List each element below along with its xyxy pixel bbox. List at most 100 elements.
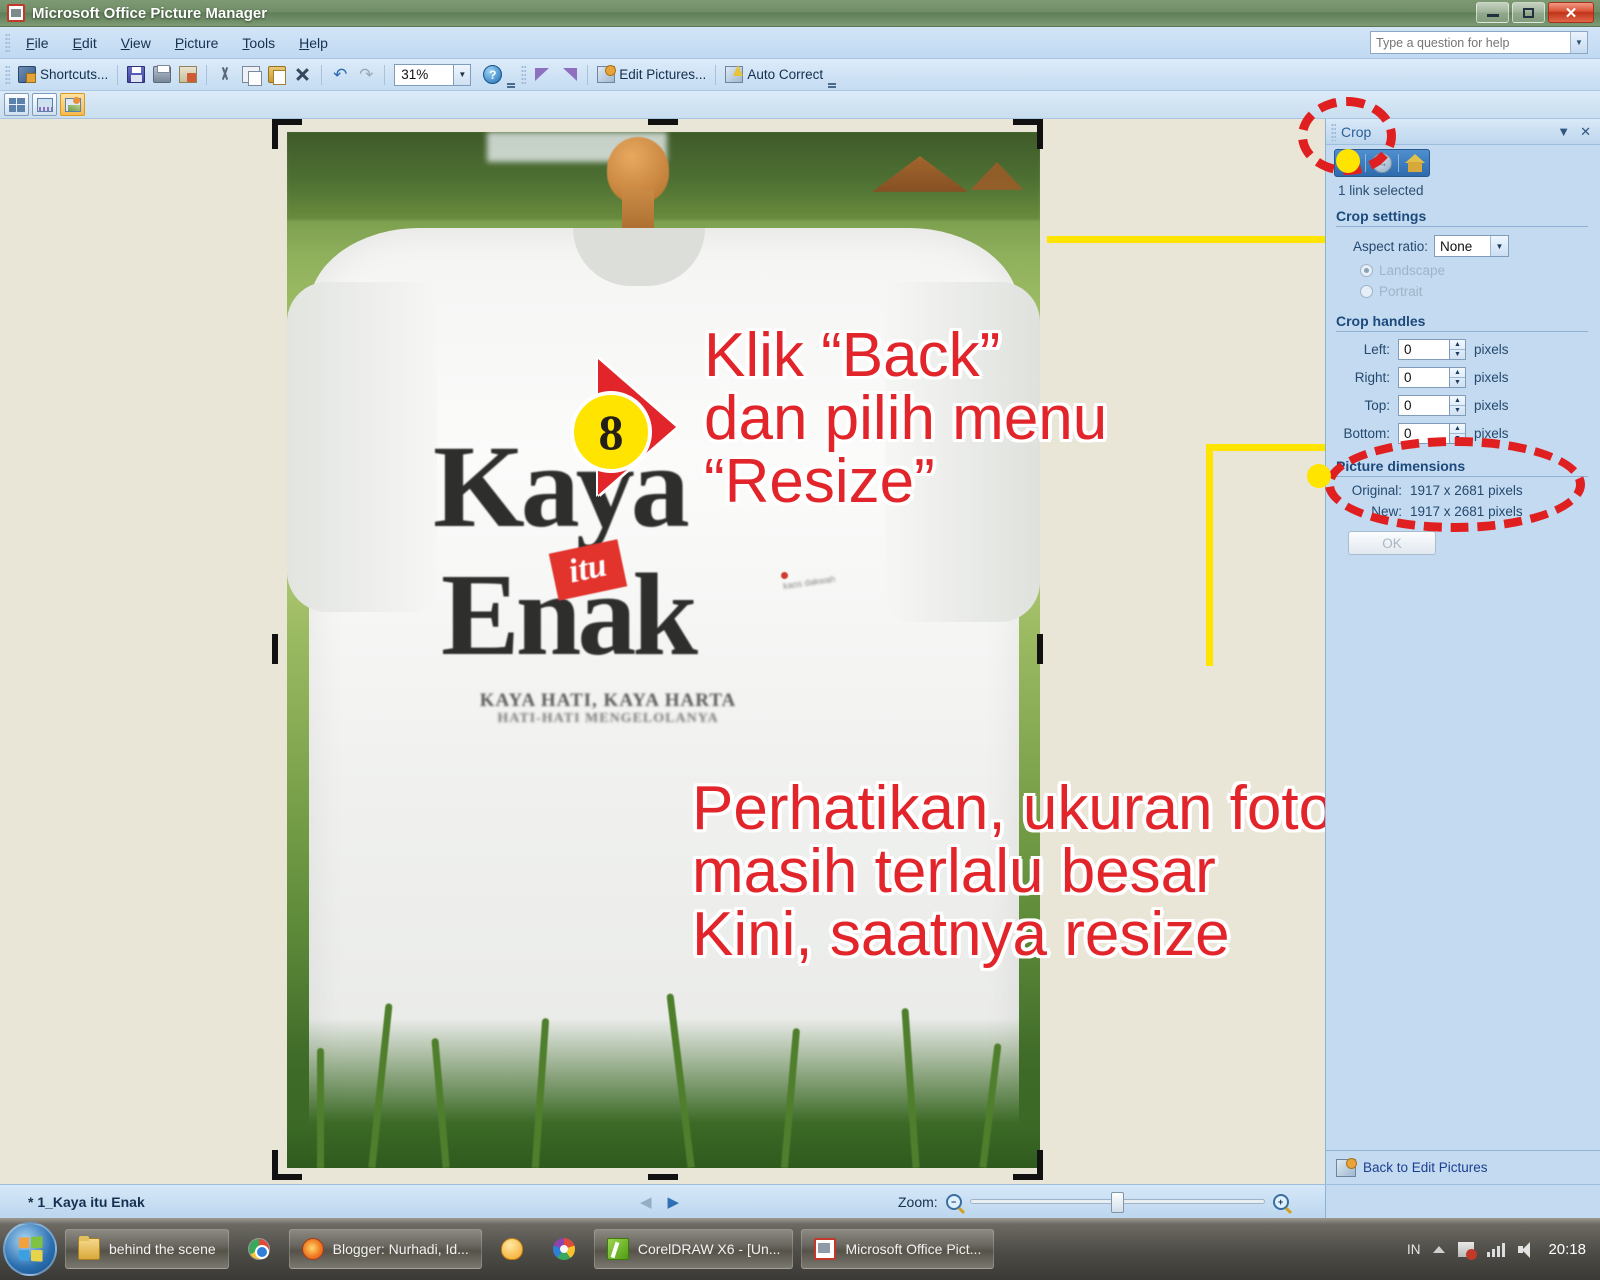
- chrome-icon: [247, 1238, 270, 1260]
- crop-left-stepper[interactable]: ▲ ▼: [1450, 339, 1466, 360]
- print-button[interactable]: [149, 62, 175, 88]
- task-pane-grip[interactable]: [1331, 122, 1336, 141]
- save-button[interactable]: [123, 62, 149, 88]
- taskbar-button-explorer[interactable]: behind the scene: [65, 1229, 229, 1269]
- crop-right-input[interactable]: 0: [1398, 367, 1450, 388]
- previous-arrow-icon[interactable]: ◀: [640, 1193, 652, 1211]
- network-icon[interactable]: [1458, 1241, 1478, 1260]
- crop-handle-middle-left[interactable]: [272, 634, 278, 664]
- print-preview-icon: [179, 66, 198, 83]
- taskbar-button-firefox[interactable]: Blogger: Nurhadi, Id...: [288, 1229, 482, 1269]
- ok-button[interactable]: OK: [1348, 531, 1436, 555]
- crop-top-input[interactable]: 0: [1398, 395, 1450, 416]
- zoom-in-icon[interactable]: +: [1272, 1193, 1289, 1210]
- crop-handle-top-right[interactable]: [1013, 119, 1043, 149]
- crop-top-stepper[interactable]: ▲ ▼: [1450, 395, 1466, 416]
- taskbar-button-coreldraw[interactable]: CorelDRAW X6 - [Un...: [593, 1229, 794, 1269]
- photo-canvas[interactable]: Kaya Enak itu kaos dakwah KAYA HATI, KAY…: [287, 132, 1040, 1168]
- single-picture-view-button[interactable]: [60, 93, 85, 116]
- thumbnail-view-button[interactable]: [4, 93, 29, 116]
- taskbar-button-picture-manager[interactable]: Microsoft Office Pict...: [801, 1229, 995, 1269]
- chevron-down-icon[interactable]: ▼: [1570, 32, 1587, 53]
- edit-pictures-button[interactable]: Edit Pictures...: [593, 62, 710, 88]
- crop-handle-right-row: Right: 0 ▲ ▼ pixels: [1326, 367, 1590, 388]
- crop-handle-top-left[interactable]: [272, 119, 302, 149]
- picture-workspace[interactable]: Kaya Enak itu kaos dakwah KAYA HATI, KAY…: [0, 119, 1325, 1184]
- toolbar-overflow-button-2[interactable]: [827, 62, 837, 88]
- orientation-portrait-row[interactable]: Portrait: [1360, 284, 1600, 299]
- auto-correct-label: Auto Correct: [747, 67, 824, 82]
- chevron-down-icon[interactable]: ▼: [454, 63, 472, 86]
- help-search-box[interactable]: ▼: [1370, 31, 1588, 54]
- toolbar-grip-2[interactable]: [521, 64, 527, 85]
- paste-button[interactable]: [264, 62, 290, 88]
- menu-tools[interactable]: Tools: [230, 31, 287, 55]
- rotate-right-button[interactable]: [556, 62, 582, 88]
- back-to-edit-pictures-link[interactable]: Back to Edit Pictures: [1363, 1160, 1488, 1175]
- menu-file[interactable]: File: [14, 31, 61, 55]
- radio-landscape-icon[interactable]: [1360, 264, 1373, 277]
- crop-handle-top-center[interactable]: [648, 119, 678, 125]
- delete-button[interactable]: [290, 62, 316, 88]
- redo-button[interactable]: ↷: [353, 62, 379, 88]
- shortcuts-button[interactable]: Shortcuts...: [14, 62, 112, 88]
- zoom-slider-handle[interactable]: [1110, 1192, 1124, 1213]
- crop-handle-bottom-left[interactable]: [272, 1150, 302, 1180]
- radio-portrait-icon[interactable]: [1360, 285, 1373, 298]
- taskbar-button-picasa[interactable]: [542, 1229, 586, 1269]
- home-button[interactable]: [1404, 152, 1426, 174]
- crop-handle-bottom-center[interactable]: [648, 1174, 678, 1180]
- maximize-button[interactable]: [1512, 2, 1545, 23]
- copy-button[interactable]: [238, 62, 264, 88]
- menu-help[interactable]: Help: [287, 31, 340, 55]
- dimension-new-row: New: 1917 x 2681 pixels: [1336, 504, 1590, 519]
- cut-button[interactable]: [212, 62, 238, 88]
- auto-correct-button[interactable]: Auto Correct: [721, 62, 827, 88]
- help-button[interactable]: ?: [479, 62, 506, 88]
- help-search-input[interactable]: [1371, 35, 1570, 50]
- rotate-left-button[interactable]: [530, 62, 556, 88]
- start-button[interactable]: [3, 1222, 57, 1276]
- orientation-landscape-row[interactable]: Landscape: [1360, 263, 1600, 278]
- zoom-out-icon[interactable]: −: [945, 1193, 962, 1210]
- crop-right-stepper[interactable]: ▲ ▼: [1450, 367, 1466, 388]
- zoom-level-value[interactable]: 31%: [394, 63, 455, 86]
- minimize-button[interactable]: [1476, 2, 1509, 23]
- crop-handle-middle-right[interactable]: [1037, 634, 1043, 664]
- close-button[interactable]: ✕: [1548, 2, 1594, 23]
- forward-arrow-icon: →: [1371, 153, 1392, 173]
- aspect-ratio-value: None: [1440, 238, 1473, 254]
- send-mail-button[interactable]: [175, 62, 201, 88]
- chevron-down-icon[interactable]: ▼: [1557, 124, 1570, 140]
- aspect-ratio-select[interactable]: None ▼: [1434, 235, 1509, 257]
- crop-bottom-stepper[interactable]: ▲ ▼: [1450, 423, 1466, 444]
- menu-edit[interactable]: Edit: [61, 31, 109, 55]
- crop-left-input[interactable]: 0: [1398, 339, 1450, 360]
- taskbar-label-coreldraw: CorelDRAW X6 - [Un...: [637, 1241, 781, 1257]
- next-arrow-icon[interactable]: ▶: [668, 1193, 680, 1211]
- menu-picture[interactable]: Picture: [163, 31, 231, 55]
- chevron-up-icon[interactable]: [1433, 1245, 1446, 1253]
- divider: [384, 64, 386, 85]
- taskbar-button-bulb[interactable]: [490, 1229, 534, 1269]
- crop-handle-bottom-right[interactable]: [1013, 1150, 1043, 1180]
- speaker-icon[interactable]: [1518, 1241, 1535, 1258]
- forward-button[interactable]: →: [1371, 152, 1393, 174]
- signal-bars-icon[interactable]: [1487, 1241, 1506, 1257]
- crop-task-pane: Crop ▼ ✕ ← → 1 link selected Crop settin…: [1325, 119, 1600, 1184]
- zoom-slider[interactable]: [969, 1192, 1265, 1213]
- crop-bottom-input[interactable]: 0: [1398, 423, 1450, 444]
- language-indicator[interactable]: IN: [1407, 1242, 1421, 1257]
- taskbar-button-chrome[interactable]: [237, 1229, 281, 1269]
- chevron-down-icon[interactable]: ▼: [1490, 236, 1508, 256]
- divider: [1398, 154, 1400, 172]
- menu-view[interactable]: View: [109, 31, 163, 55]
- filmstrip-view-button[interactable]: [32, 93, 57, 116]
- toolbar-overflow-button[interactable]: [506, 62, 516, 88]
- crop-settings-title: Crop settings: [1336, 208, 1588, 227]
- menu-grip[interactable]: [5, 32, 10, 53]
- clock[interactable]: 20:18: [1548, 1241, 1586, 1258]
- undo-button[interactable]: ↶: [327, 62, 353, 88]
- toolbar-grip[interactable]: [5, 64, 10, 85]
- close-icon[interactable]: ✕: [1580, 124, 1591, 140]
